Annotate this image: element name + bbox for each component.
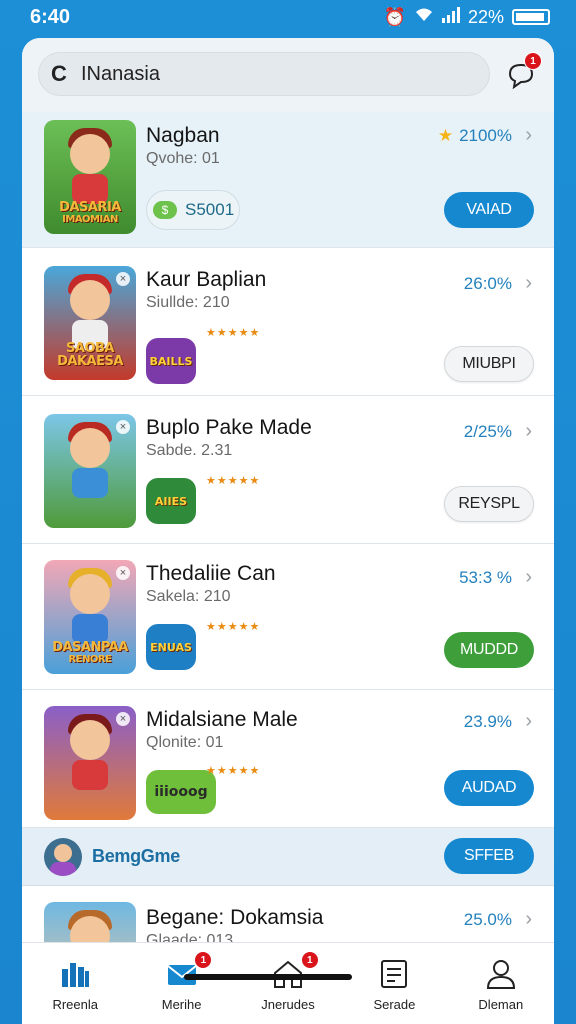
item-action-button[interactable]: AUDAD [444, 770, 534, 806]
wifi-icon [414, 7, 434, 28]
promo-banner[interactable]: BemgGme SFFEB [22, 828, 554, 886]
item-subtitle: Qvohe: 01 [146, 150, 220, 167]
chevron-right-icon[interactable]: › [525, 566, 532, 589]
rating-stars: ★★★★★ [206, 327, 261, 339]
item-title: Begane: Dokamsia [146, 906, 324, 929]
chevron-right-icon[interactable]: › [525, 272, 532, 295]
notification-button[interactable]: 1 [506, 52, 542, 90]
close-icon: × [116, 566, 130, 580]
chevron-right-icon[interactable]: › [525, 420, 532, 443]
chevron-right-icon[interactable]: › [525, 710, 532, 733]
item-title: Kaur Baplian [146, 268, 267, 291]
rating-stars: ★★★★★ [206, 475, 261, 487]
status-bar: 6:40 ⏰ 22% [0, 0, 576, 34]
item-action-button[interactable]: VAIAD [444, 192, 534, 228]
game-thumbnail: DASARIA IMAOMIAN [44, 120, 136, 234]
item-action-button[interactable]: REYSPL [444, 486, 534, 522]
game-thumbnail: × DASANPAA RENORE [44, 560, 136, 674]
bar-chart-icon [62, 963, 90, 987]
list-item[interactable]: × DASANPAA RENORE Thedaliie Can Sakela: … [22, 544, 554, 690]
battery-icon [512, 9, 550, 25]
tab-merihe[interactable]: 1 Merihe [128, 943, 234, 1024]
item-percent: 25.0% [463, 910, 512, 929]
item-action-button[interactable]: MIUBPI [444, 346, 534, 382]
list-item[interactable]: DASARIA IMAOMIAN Nagban Qvohe: 01 ★ 2100%… [22, 112, 554, 248]
coin-chip[interactable]: $ S5001 [146, 190, 240, 230]
search-input[interactable] [81, 62, 461, 86]
item-title: Thedaliie Can [146, 562, 276, 585]
game-logo: AIIES [146, 478, 196, 524]
game-thumbnail: × [44, 414, 136, 528]
item-subtitle: Siullde: 210 [146, 294, 230, 311]
home-indicator[interactable] [184, 974, 352, 980]
list-item[interactable]: × Midalsiane Male Qlonite: 01 23.9% › ii… [22, 690, 554, 828]
search-row: C 1 [22, 38, 554, 112]
search-bar[interactable]: C [38, 52, 490, 96]
item-percent: 26:0% [463, 274, 512, 293]
tab-serade[interactable]: Serade [341, 943, 447, 1024]
status-icons: ⏰ 22% [383, 6, 550, 28]
game-thumbnail: × [44, 706, 136, 820]
user-icon [486, 960, 515, 989]
list-item[interactable]: × Buplo Pake Made Sabde. 2.31 2/25% › AI… [22, 396, 554, 544]
close-icon: × [116, 272, 130, 286]
game-logo: ENUAS [146, 624, 196, 670]
item-subtitle: Sakela: 210 [146, 588, 231, 605]
close-icon: × [116, 712, 130, 726]
signal-icon [441, 6, 460, 28]
avatar [44, 838, 82, 876]
tab-jnerudes[interactable]: 1 Jnerudes [235, 943, 341, 1024]
item-percent: ★ 2100% [437, 126, 512, 145]
item-subtitle: Sabde. 2.31 [146, 442, 233, 459]
item-percent: 23.9% [463, 712, 512, 731]
rating-stars: ★★★★★ [206, 621, 261, 633]
tab-rreenla[interactable]: Rreenla [22, 943, 128, 1024]
alarm-icon: ⏰ [383, 6, 406, 27]
list-item[interactable]: × SAOBA DAKAESA Kaur Baplian Siullde: 21… [22, 248, 554, 396]
item-action-button[interactable]: MUDDD [444, 632, 534, 668]
coin-icon: $ [153, 201, 177, 219]
status-time: 6:40 [30, 5, 71, 28]
document-icon [381, 960, 408, 988]
game-logo: BAILLS [146, 338, 196, 384]
chevron-right-icon[interactable]: › [525, 124, 532, 147]
promo-button[interactable]: SFFEB [444, 838, 534, 874]
notification-badge: 1 [194, 951, 213, 969]
promo-label: BemgGme [92, 846, 180, 866]
tab-dleman[interactable]: Dleman [448, 943, 554, 1024]
close-icon: × [116, 420, 130, 434]
bottom-tab-bar: Rreenla 1 Merihe 1 Jnerudes Serade Dlema… [22, 942, 554, 1024]
list-item[interactable]: Begane: Dokamsia Glaade: 013 25.0% › [22, 886, 554, 1016]
notification-badge: 1 [300, 951, 319, 969]
rating-stars: ★★★★★ [206, 765, 261, 777]
item-title: Buplo Pake Made [146, 416, 312, 439]
item-percent: 2/25% [463, 422, 512, 441]
notification-badge: 1 [524, 52, 542, 70]
item-title: Midalsiane Male [146, 708, 298, 731]
search-icon: C [51, 61, 67, 86]
chevron-right-icon[interactable]: › [525, 908, 532, 931]
star-icon: ★ [437, 126, 454, 145]
item-title: Nagban [146, 124, 220, 147]
battery-percent: 22% [467, 6, 504, 27]
item-subtitle: Qlonite: 01 [146, 734, 224, 751]
item-percent: 53:3 % [459, 568, 512, 587]
game-thumbnail: × SAOBA DAKAESA [44, 266, 136, 380]
main-card: C 1 DASARIA IMAOMIAN Nagban Qvohe: 01 ★2… [22, 38, 554, 1024]
